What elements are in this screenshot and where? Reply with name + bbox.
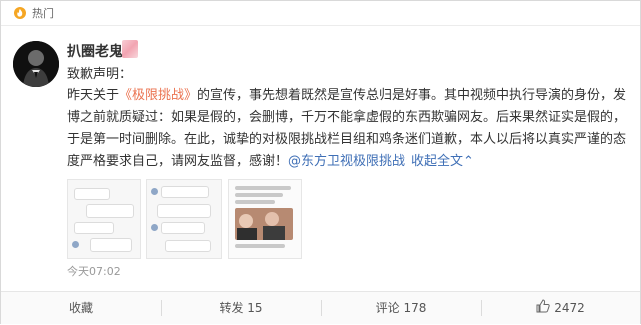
post-text: 度严格要求自己，请网友监督，感谢！ [67, 154, 289, 169]
post-line-2: 昨天关于《极限挑战》的宣传，事先想着既然是宣传总归是好事。其中视频中执行导演的身… [67, 85, 627, 107]
thumbnail-image-1[interactable] [67, 179, 141, 259]
like-count: 2472 [554, 301, 585, 315]
hot-label: 热门 [32, 7, 54, 20]
thumb-up-icon [536, 293, 550, 325]
post-text: 致歉声明： [67, 67, 133, 82]
favorite-button[interactable]: 收藏 [1, 292, 161, 324]
thumbnail-image-2[interactable] [146, 179, 222, 259]
post-text: 昨天关于 [67, 88, 120, 103]
post-text: 的宣传，事先想着既然是宣传总归是好事。其中视频中执行导演的身份，发 [197, 88, 627, 103]
chevron-up-icon[interactable]: ⌃ [463, 154, 474, 169]
avatar[interactable] [13, 41, 59, 87]
post-line-5: 度严格要求自己，请网友监督，感谢！@东方卫视极限挑战 收起全文⌃ [67, 151, 627, 173]
repost-label: 转发 15 [219, 301, 263, 315]
fire-icon [14, 7, 26, 19]
comment-button[interactable]: 评论 178 [321, 292, 481, 324]
like-button[interactable]: 2472 [481, 292, 640, 324]
post-text: 博之前就质疑过：如果是假的，会删博，千万不能拿虚假的东西欺骗网友。后来果然证实是… [67, 110, 627, 125]
username[interactable]: 扒圈老鬼 [67, 41, 123, 61]
post-line-3: 博之前就质疑过：如果是假的，会删博，千万不能拿虚假的东西欺骗网友。后来果然证实是… [67, 107, 627, 129]
weibo-post-card: 热门 扒圈老鬼 致歉声明： 昨天关于《极限挑战》的宣传，事先想着既然是宣传总归是… [0, 0, 641, 324]
post-line-1: 致歉声明： [67, 64, 627, 86]
action-bar: 收藏 转发 15 评论 178 2472 [1, 291, 640, 324]
post-line-4: 于是第一时间删除。在此，诚挚的对极限挑战栏目组和鸡条迷们道歉，本人以后将以真实严… [67, 129, 627, 151]
collapse-text-link[interactable]: 收起全文 [411, 154, 463, 169]
post-timestamp[interactable]: 今天07:02 [67, 263, 121, 279]
favorite-label: 收藏 [68, 301, 93, 315]
post-text: 于是第一时间删除。在此，诚挚的对极限挑战栏目组和鸡条迷们道歉，本人以后将以真实严… [67, 132, 627, 147]
repost-button[interactable]: 转发 15 [161, 292, 321, 324]
mention-link[interactable]: @东方卫视极限挑战 [288, 154, 405, 169]
hot-section-header: 热门 [1, 1, 640, 26]
comment-label: 评论 178 [375, 301, 427, 315]
thumbnail-image-3[interactable] [228, 179, 302, 259]
topic-link[interactable]: 《极限挑战》 [119, 88, 197, 103]
blurred-name-part [122, 40, 138, 58]
